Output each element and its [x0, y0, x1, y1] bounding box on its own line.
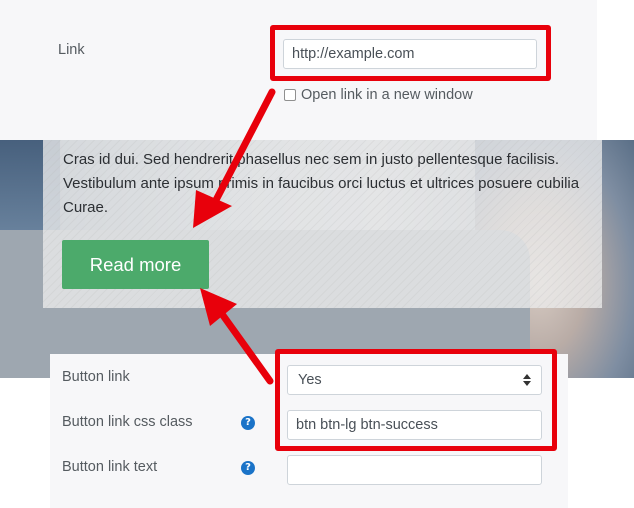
button-link-select[interactable]: Yes: [287, 365, 542, 395]
link-url-input[interactable]: [283, 39, 537, 69]
css-class-input[interactable]: [287, 410, 542, 440]
css-class-help-icon[interactable]: ?: [241, 416, 255, 430]
button-link-select-value: Yes: [298, 372, 322, 388]
select-arrows-icon: [523, 374, 531, 386]
open-new-window-label: Open link in a new window: [301, 87, 473, 103]
read-more-button[interactable]: Read more: [62, 240, 209, 289]
css-class-label: Button link css class: [62, 414, 193, 430]
link-label: Link: [58, 42, 85, 58]
link-settings-panel: [0, 0, 597, 140]
hero-body-text: Cras id dui. Sed hendrerit phasellus nec…: [63, 151, 580, 216]
button-text-label: Button link text: [62, 459, 158, 475]
button-link-label: Button link: [62, 369, 130, 385]
open-new-window-checkbox[interactable]: [284, 89, 296, 101]
button-text-help-icon[interactable]: ?: [241, 461, 255, 475]
button-text-input[interactable]: [287, 455, 542, 485]
